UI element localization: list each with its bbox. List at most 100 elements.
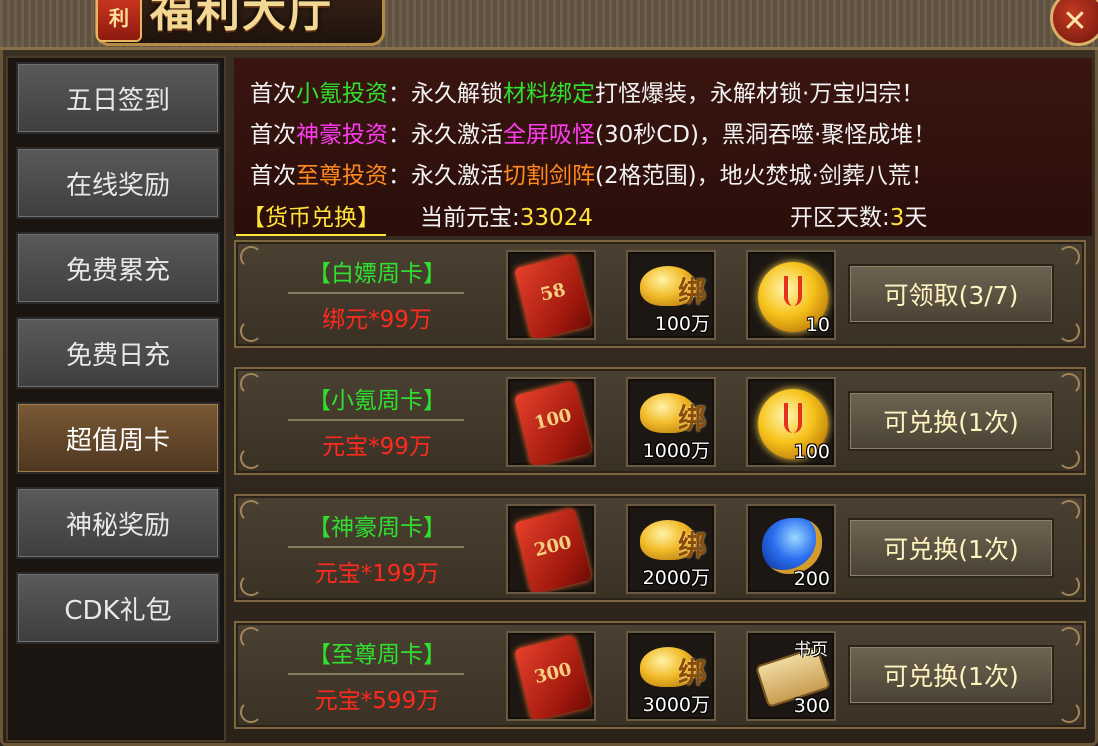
info-text: 首次 bbox=[250, 122, 296, 148]
flame-mark-icon bbox=[784, 403, 802, 433]
flame-mark-icon bbox=[784, 276, 802, 306]
bound-tag: 绑 bbox=[678, 275, 707, 308]
claim-button[interactable]: 可兑换(1次) bbox=[848, 645, 1054, 705]
corner-ornament bbox=[240, 701, 262, 723]
card-price: 绑元*99万 bbox=[322, 307, 432, 333]
info-highlight: 至尊投资 bbox=[296, 163, 388, 189]
card-divider bbox=[288, 292, 464, 294]
weekly-card-row: 【至尊周卡】 元宝*599万 300 绑 3000万 书页 300 可兑换(1次… bbox=[234, 621, 1086, 729]
info-line-tycoon-invest: 首次神豪投资：永久激活全屏吸怪(30秒CD)，黑洞吞噬·聚怪成堆！ bbox=[250, 115, 936, 149]
info-line-small-invest: 首次小氪投资：永久解锁材料绑定打怪爆装，永解材锁·万宝归宗！ bbox=[250, 74, 924, 108]
info-text: ：永久解锁 bbox=[388, 81, 503, 107]
card-divider bbox=[288, 546, 464, 548]
sidebar: 五日签到 在线奖励 免费累充 免费日充 超值周卡 神秘奖励 CDK礼包 bbox=[6, 56, 226, 742]
sidebar-item-value-weekly-card[interactable]: 超值周卡 bbox=[16, 402, 220, 474]
corner-ornament bbox=[240, 500, 262, 522]
item-count: 3000万 bbox=[642, 694, 710, 716]
bound-ingot-slot[interactable]: 绑 3000万 bbox=[626, 631, 716, 721]
corner-ornament bbox=[240, 574, 262, 596]
claim-button[interactable]: 可领取(3/7) bbox=[848, 264, 1054, 324]
blue-orb-icon bbox=[762, 518, 822, 574]
item-count: 100 bbox=[793, 441, 830, 463]
bound-tag: 绑 bbox=[678, 402, 707, 435]
info-highlight: 小氪投资 bbox=[296, 81, 388, 107]
corner-ornament bbox=[240, 447, 262, 469]
item-tag: 书页 bbox=[794, 640, 828, 660]
corner-ornament bbox=[240, 627, 262, 649]
red-envelope-slot[interactable]: 300 bbox=[506, 631, 596, 721]
corner-ornament bbox=[1058, 627, 1080, 649]
corner-ornament bbox=[1058, 373, 1080, 395]
title-badge-text: 利 bbox=[109, 5, 129, 30]
card-name: 【白嫖周卡】 bbox=[308, 261, 446, 287]
bound-tag: 绑 bbox=[678, 529, 707, 562]
corner-ornament bbox=[1058, 246, 1080, 268]
info-feature: 材料绑定 bbox=[503, 81, 595, 107]
days-unit: 天 bbox=[904, 205, 928, 231]
claim-button[interactable]: 可兑换(1次) bbox=[848, 518, 1054, 578]
card-price: 元宝*599万 bbox=[314, 688, 440, 714]
item-count: 2000万 bbox=[642, 567, 710, 589]
corner-ornament bbox=[1058, 447, 1080, 469]
bound-ingot-slot[interactable]: 绑 100万 bbox=[626, 250, 716, 340]
bound-tag: 绑 bbox=[678, 656, 707, 689]
sidebar-item-online-reward[interactable]: 在线奖励 bbox=[16, 147, 220, 219]
reward-item-slot[interactable]: 100 bbox=[746, 377, 836, 467]
item-count: 1000万 bbox=[642, 440, 710, 462]
red-envelope-slot[interactable]: 100 bbox=[506, 377, 596, 467]
info-panel: 首次小氪投资：永久解锁材料绑定打怪爆装，永解材锁·万宝归宗！ 首次神豪投资：永久… bbox=[234, 58, 1092, 236]
info-text: 打怪爆装，永解材锁·万宝归宗！ bbox=[595, 81, 925, 107]
corner-ornament bbox=[240, 246, 262, 268]
info-text: 首次 bbox=[250, 81, 296, 107]
sidebar-item-free-daily[interactable]: 免费日充 bbox=[16, 317, 220, 389]
corner-ornament bbox=[1058, 320, 1080, 342]
info-text: ：永久激活 bbox=[388, 122, 503, 148]
yuanbao-label: 当前元宝: bbox=[420, 205, 520, 231]
info-text: 首次 bbox=[250, 163, 296, 189]
info-highlight: 神豪投资 bbox=[296, 122, 388, 148]
weekly-card-row: 【小氪周卡】 元宝*99万 100 绑 1000万 100 可兑换(1次) bbox=[234, 367, 1086, 475]
reward-item-slot[interactable]: 200 bbox=[746, 504, 836, 594]
item-count: 100万 bbox=[654, 313, 710, 335]
close-icon: ✕ bbox=[1062, 3, 1088, 39]
current-yuanbao: 当前元宝:33024 bbox=[420, 198, 593, 232]
info-line-supreme-invest: 首次至尊投资：永久激活切割剑阵(2格范围)，地火焚城·剑葬八荒！ bbox=[250, 156, 934, 190]
card-name: 【神豪周卡】 bbox=[308, 515, 446, 541]
bound-ingot-slot[interactable]: 绑 2000万 bbox=[626, 504, 716, 594]
info-text: ：永久激活 bbox=[388, 163, 503, 189]
info-feature: 全屏吸怪 bbox=[503, 122, 595, 148]
sidebar-item-free-cumulative[interactable]: 免费累充 bbox=[16, 232, 220, 304]
days-value: 3 bbox=[889, 205, 905, 231]
corner-ornament bbox=[240, 373, 262, 395]
red-envelope-slot[interactable]: 58 bbox=[506, 250, 596, 340]
item-count: 300 bbox=[793, 695, 830, 717]
reward-item-slot[interactable]: 10 bbox=[746, 250, 836, 340]
card-price: 元宝*99万 bbox=[322, 434, 432, 460]
card-price: 元宝*199万 bbox=[314, 561, 440, 587]
days-label: 开区天数: bbox=[790, 205, 890, 231]
card-divider bbox=[288, 673, 464, 675]
corner-ornament bbox=[1058, 574, 1080, 596]
reward-item-slot[interactable]: 书页 300 bbox=[746, 631, 836, 721]
info-text: (2格范围)，地火焚城·剑葬八荒！ bbox=[595, 163, 934, 189]
sidebar-item-five-day-signin[interactable]: 五日签到 bbox=[16, 62, 220, 134]
item-count: 10 bbox=[805, 314, 830, 336]
yuanbao-value: 33024 bbox=[519, 205, 593, 231]
card-divider bbox=[288, 419, 464, 421]
item-count: 200 bbox=[793, 568, 830, 590]
title-badge: 利 bbox=[96, 0, 142, 42]
weekly-card-row: 【神豪周卡】 元宝*199万 200 绑 2000万 200 可兑换(1次) bbox=[234, 494, 1086, 602]
sidebar-item-mystery-reward[interactable]: 神秘奖励 bbox=[16, 487, 220, 559]
card-name: 【至尊周卡】 bbox=[308, 642, 446, 668]
corner-ornament bbox=[1058, 701, 1080, 723]
sidebar-item-cdk-pack[interactable]: CDK礼包 bbox=[16, 572, 220, 644]
info-feature: 切割剑阵 bbox=[503, 163, 595, 189]
currency-exchange-tab[interactable]: 【货币兑换】 bbox=[236, 198, 386, 236]
server-days: 开区天数:3天 bbox=[790, 198, 927, 232]
claim-button[interactable]: 可兑换(1次) bbox=[848, 391, 1054, 451]
corner-ornament bbox=[240, 320, 262, 342]
window-title: 福利大厅 bbox=[150, 0, 334, 37]
corner-ornament bbox=[1058, 500, 1080, 522]
bound-ingot-slot[interactable]: 绑 1000万 bbox=[626, 377, 716, 467]
red-envelope-slot[interactable]: 200 bbox=[506, 504, 596, 594]
